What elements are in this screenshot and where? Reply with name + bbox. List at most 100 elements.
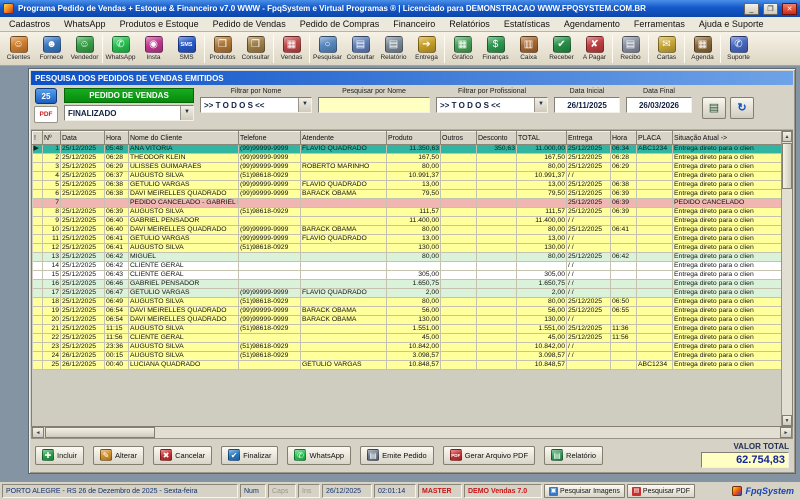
menu-item-ferramentas[interactable]: Ferramentas [627,18,692,30]
table-row[interactable]: 22 25/12/2025 11:56 CLIENTE GERAL 45,00 45,00… [32,333,781,343]
chevron-down-icon[interactable]: ▼ [534,98,547,112]
toolbar-pesquisar[interactable]: ○ Pesquisar [311,36,344,61]
column-header[interactable]: Situação Atual -> [672,131,781,145]
toolbar-consultar-vendas[interactable]: ▤ Consultar [344,36,377,61]
search-images-button[interactable]: ▣ Pesquisar Imagens [544,484,625,498]
column-header[interactable]: Desconto [476,131,517,145]
relatorio-button[interactable]: ▤ Relatório [544,445,604,465]
horizontal-scrollbar[interactable]: ◄ ► [31,427,793,439]
maximize-button[interactable]: ❐ [763,2,778,15]
column-header[interactable]: Entrega [566,131,611,145]
finalizar-button[interactable]: ✔ Finalizar [221,445,279,465]
toolbar-agenda[interactable]: ▦ Agenda [686,36,719,61]
toolbar-cartas[interactable]: ✉ Cartas [650,36,683,61]
menu-item-produtos-e-estoque[interactable]: Produtos e Estoque [113,18,206,30]
table-row[interactable]: 16 25/12/2025 06:46 GABRIEL PENSADOR 1.650,7… [32,279,781,289]
table-row[interactable]: 19 25/12/2025 06:54 DAVI MEIRELLES QUADRADO… [32,306,781,316]
column-header[interactable]: Outros [440,131,477,145]
emite-pedido-button[interactable]: ▤ Emite Pedido [360,445,434,465]
column-header[interactable]: Hora [104,131,129,145]
order-status-select[interactable]: FINALIZADO ▼ [64,105,194,121]
filter-nome-select[interactable]: >> T O D O S << ▼ [200,97,312,113]
scroll-down-icon[interactable]: ▼ [782,415,792,426]
toolbar-caixa[interactable]: ▥ Caixa [512,36,545,61]
data-final-input[interactable]: 26/03/2026 [626,97,692,113]
chevron-down-icon[interactable]: ▼ [180,106,193,120]
table-row[interactable]: 12 25/12/2025 06:41 AUGUSTO SILVA (51)98618-… [32,243,781,253]
whatsapp-button[interactable]: ✆ WhatsApp [287,445,352,465]
menu-item-whatsapp[interactable]: WhatsApp [57,18,113,30]
menu-item-pedido-de-vendas[interactable]: Pedido de Vendas [206,18,293,30]
vertical-scroll-thumb[interactable] [782,143,792,189]
incluir-button[interactable]: ✚ Incluir [35,445,85,465]
pdf-export-button[interactable]: PDF [34,106,58,123]
column-header[interactable]: Hora [610,131,637,145]
toolbar-grafico[interactable]: ▦ Gráfico [446,36,479,61]
table-row[interactable]: 17 25/12/2025 06:47 GETULIO VARGAS (99)99999… [32,288,781,298]
close-button[interactable]: ✕ [782,2,797,15]
toolbar-produtos[interactable]: ❒ Produtos [206,36,239,61]
menu-item-ajuda-e-suporte[interactable]: Ajuda e Suporte [692,18,771,30]
column-header[interactable]: Data [60,131,105,145]
scroll-up-icon[interactable]: ▲ [782,131,792,142]
chevron-down-icon[interactable]: ▼ [298,98,311,112]
filter-profissional-select[interactable]: >> T O D O S << ▼ [436,97,548,113]
refresh-button[interactable]: ↻ [730,96,754,119]
table-row[interactable]: 23 25/12/2025 23:36 AUGUSTO SILVA (51)98618-… [32,342,781,352]
toolbar-whatsapp[interactable]: ✆ WhatsApp [104,36,137,61]
scroll-left-icon[interactable]: ◄ [32,427,44,438]
toolbar-vendedor[interactable]: ☺ Vendedor [68,36,101,61]
search-pdf-button[interactable]: ▤ Pesquisar PDF [626,484,695,498]
column-header[interactable]: TOTAL [516,131,567,145]
horizontal-scroll-thumb[interactable] [45,427,155,438]
toolbar-instagram[interactable]: ◉ Insta [137,36,170,61]
table-row[interactable]: 21 25/12/2025 11:15 AUGUSTO SILVA (51)98618-… [32,324,781,334]
toolbar-financas[interactable]: $ Finanças [479,36,512,61]
toolbar-consultar-produtos[interactable]: ❒ Consultar [239,36,272,61]
scroll-right-icon[interactable]: ► [780,427,792,438]
toolbar-a-pagar[interactable]: ✘ A Pagar [578,36,611,61]
toolbar-vendas[interactable]: ▦ Vendas [275,36,308,61]
table-row[interactable]: ▶ 1 25/12/2025 05:48 ANA VITORIA (99)99999-99… [32,144,781,154]
gerar-pdf-button[interactable]: PDF Gerar Arquivo PDF [442,445,536,465]
column-header[interactable]: Nº [42,131,61,145]
data-inicial-input[interactable]: 26/11/2025 [554,97,620,113]
toolbar-fornecedor[interactable]: ☻ Fornece [35,36,68,61]
column-header[interactable]: Produto [386,131,441,145]
toolbar-suporte[interactable]: ✆ Suporte [722,36,755,61]
search-nome-input[interactable] [318,97,430,113]
vertical-scrollbar[interactable]: ▲ ▼ [781,131,792,426]
table-row[interactable]: 3 25/12/2025 06:29 ULISSES GUIMARAES (99)999… [32,162,781,172]
menu-item-financeiro[interactable]: Financeiro [386,18,442,30]
child-titlebar[interactable]: PESQUISA DOS PEDIDOS DE VENDAS EMITIDOS [31,71,793,85]
toolbar-receber[interactable]: ✔ Receber [545,36,578,61]
table-row[interactable]: 10 25/12/2025 06:40 DAVI MEIRELLES QUADRADO… [32,225,781,235]
alterar-button[interactable]: ✎ Alterar [93,445,145,465]
toolbar-relatorio[interactable]: ▤ Relatório [377,36,410,61]
menu-item-relat-rios[interactable]: Relatórios [442,18,497,30]
table-row[interactable]: 2 25/12/2025 06:28 THEODOR KLEIN (99)99999-9… [32,153,781,163]
table-row[interactable]: 18 25/12/2025 06:49 AUGUSTO SILVA (51)98618-… [32,297,781,307]
menu-item-cadastros[interactable]: Cadastros [2,18,57,30]
table-row[interactable]: 14 25/12/2025 06:42 CLIENTE GERAL / / Entrega… [32,261,781,271]
column-header[interactable]: ! [32,131,43,145]
column-header[interactable]: Telefone [238,131,301,145]
toolbar-entrega[interactable]: ➔ Entrega [410,36,443,61]
toolbar-sms[interactable]: SMS SMS [170,36,203,61]
table-row[interactable]: 11 25/12/2025 06:41 GETULIO VARGAS (99)99999… [32,234,781,244]
table-row[interactable]: 25 26/12/2025 00:40 LUCIANA QUADRADO GETULIO… [32,360,781,370]
table-row[interactable]: 20 25/12/2025 06:54 DAVI MEIRELLES QUADRADO… [32,315,781,325]
cancelar-button[interactable]: ✖ Cancelar [153,445,213,465]
column-header[interactable]: Nome do Cliente [128,131,239,145]
menu-item-pedido-de-compras[interactable]: Pedido de Compras [293,18,387,30]
column-header[interactable]: Atendente [300,131,387,145]
print-button[interactable]: ▤ [702,96,726,119]
toolbar-recibo[interactable]: ▤ Recibo [614,36,647,61]
minimize-button[interactable]: _ [744,2,759,15]
column-header[interactable]: PLACA [636,131,673,145]
table-row[interactable]: 5 25/12/2025 06:38 GETULIO VARGAS (99)99999-… [32,180,781,190]
table-row[interactable]: 6 25/12/2025 06:38 DAVI MEIRELLES QUADRADO(… [32,189,781,199]
toolbar-clientes[interactable]: ☺ Clientes [2,36,35,61]
table-row[interactable]: 8 25/12/2025 06:39 AUGUSTO SILVA (51)98618-0… [32,207,781,217]
table-row[interactable]: 13 25/12/2025 06:42 MIGUEL 80,00 80,00 25/12/2… [32,252,781,262]
